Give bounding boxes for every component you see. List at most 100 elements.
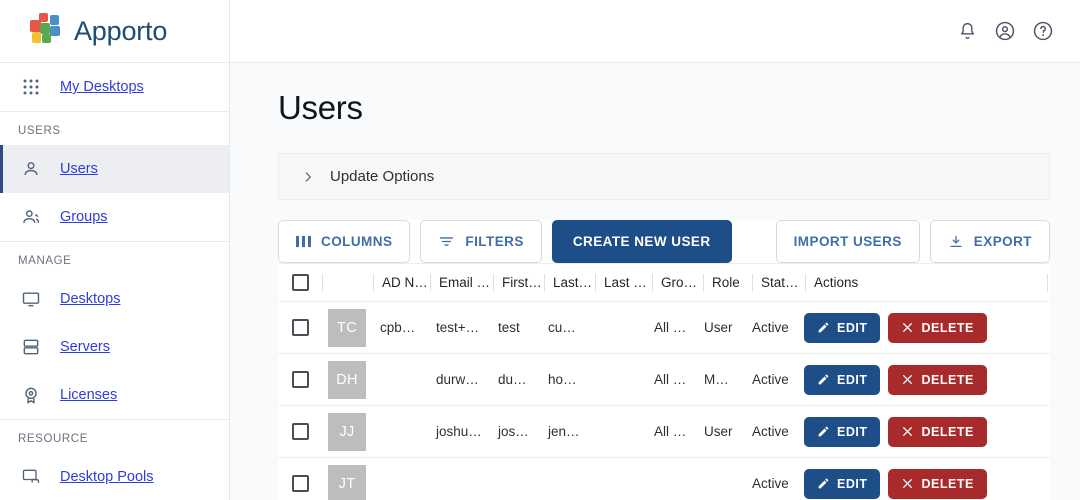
sidebar-item-label: Desktops xyxy=(60,291,121,307)
avatar-cell: TC xyxy=(322,308,372,347)
brand-name: Apporto xyxy=(74,15,168,46)
download-icon xyxy=(948,234,964,250)
account-circle-icon[interactable] xyxy=(990,16,1020,46)
row-checkbox[interactable] xyxy=(291,423,309,440)
sidebar-item-desktops[interactable]: Desktops xyxy=(0,275,229,323)
filter-icon xyxy=(438,233,455,250)
toolbar-left-group: COLUMNS FILTERS CREATE NEW USER xyxy=(278,220,732,263)
avatar-cell: DH xyxy=(322,360,372,399)
notifications-bell-icon[interactable] xyxy=(952,16,982,46)
edit-button[interactable]: EDIT xyxy=(804,416,881,447)
table-toolbar: COLUMNS FILTERS CREATE NEW USER IMPORT U… xyxy=(278,220,1050,263)
edit-button[interactable]: EDIT xyxy=(804,468,881,499)
cell-email: durw… xyxy=(436,372,479,387)
sidebar-item-my-desktops[interactable]: My Desktops xyxy=(0,63,229,111)
sidebar-group-manage: MANAGE xyxy=(18,255,72,267)
row-checkbox-cell[interactable] xyxy=(278,475,322,492)
avatar-cell: JT xyxy=(322,464,372,500)
cell-email: test+… xyxy=(436,320,480,335)
delete-button[interactable]: DELETE xyxy=(888,364,987,395)
column-header-role[interactable]: Role xyxy=(704,275,752,290)
page-title: Users xyxy=(278,89,363,126)
pencil-icon xyxy=(817,477,830,490)
server-icon xyxy=(14,337,48,357)
avatar-cell: JJ xyxy=(322,412,372,451)
cell-role: User xyxy=(704,320,733,335)
column-header-status[interactable]: Stat… xyxy=(753,275,805,290)
sidebar-group-users: USERS xyxy=(18,125,61,137)
main-area: Users Update Options COLUMNS FILTERS CRE… xyxy=(230,0,1080,500)
cell-email: joshu… xyxy=(436,424,482,439)
column-divider xyxy=(1047,273,1048,292)
avatar: JJ xyxy=(328,412,366,451)
create-new-user-button[interactable]: CREATE NEW USER xyxy=(551,220,732,263)
help-circle-icon[interactable] xyxy=(1028,16,1058,46)
sidebar-item-desktop-pools[interactable]: Desktop Pools xyxy=(0,453,229,500)
delete-button-label: DELETE xyxy=(921,476,974,491)
export-button[interactable]: EXPORT xyxy=(929,220,1050,263)
cell-role: M… xyxy=(704,372,729,387)
cell-last-name: ho… xyxy=(548,372,577,387)
cell-last-name: jen… xyxy=(548,424,580,439)
table-header-row: AD N… Email … First… Last… Last … Gro… R… xyxy=(278,264,1050,302)
delete-button[interactable]: DELETE xyxy=(888,416,987,447)
sidebar-item-licenses[interactable]: Licenses xyxy=(0,371,229,419)
export-label: EXPORT xyxy=(973,234,1032,249)
columns-icon xyxy=(296,234,311,249)
row-checkbox-cell[interactable] xyxy=(278,371,322,388)
cell-last-name: cu… xyxy=(548,320,576,335)
chevron-right-icon xyxy=(301,170,315,184)
table-row[interactable]: DH durw… du… ho… All … M… Active EDIT DE… xyxy=(278,354,1050,406)
row-checkbox-cell[interactable] xyxy=(278,319,322,336)
delete-button[interactable]: DELETE xyxy=(888,312,987,343)
close-x-icon xyxy=(901,477,914,490)
sidebar-item-groups[interactable]: Groups xyxy=(0,193,229,241)
cell-status: Active xyxy=(752,320,789,335)
filters-button-label: FILTERS xyxy=(465,234,524,249)
import-users-label: IMPORT USERS xyxy=(793,234,902,249)
table-row[interactable]: TC cpb… test+… test cu… All … User Activ… xyxy=(278,302,1050,354)
update-options-panel[interactable]: Update Options xyxy=(278,153,1050,200)
column-header-ad-name[interactable]: AD N… xyxy=(374,275,430,290)
column-header-actions[interactable]: Actions xyxy=(806,275,1047,290)
delete-button-label: DELETE xyxy=(921,372,974,387)
row-checkbox[interactable] xyxy=(291,371,309,388)
edit-button-label: EDIT xyxy=(837,424,868,439)
sidebar-item-label: Licenses xyxy=(60,387,118,403)
sidebar-item-label: Desktop Pools xyxy=(60,469,154,485)
app-root: Apporto My Desktops USERS Users Groups M… xyxy=(0,0,1080,500)
column-header-first-name[interactable]: First… xyxy=(494,275,544,290)
row-checkbox[interactable] xyxy=(291,319,309,336)
table-row[interactable]: JT Active EDIT DELETE xyxy=(278,458,1050,500)
select-all-checkbox-cell[interactable] xyxy=(278,274,322,291)
cell-groups: All … xyxy=(654,372,687,387)
edit-button[interactable]: EDIT xyxy=(804,312,881,343)
table-row[interactable]: JJ joshu… jos… jen… All … User Active ED… xyxy=(278,406,1050,458)
edit-button-label: EDIT xyxy=(837,372,868,387)
row-checkbox-cell[interactable] xyxy=(278,423,322,440)
columns-button[interactable]: COLUMNS xyxy=(278,220,411,263)
column-header-last-login[interactable]: Last … xyxy=(596,275,652,290)
delete-button[interactable]: DELETE xyxy=(888,468,987,499)
delete-button-label: DELETE xyxy=(921,320,974,335)
filters-button[interactable]: FILTERS xyxy=(420,220,542,263)
edit-button[interactable]: EDIT xyxy=(804,364,881,395)
select-all-checkbox[interactable] xyxy=(291,274,309,291)
column-header-email[interactable]: Email … xyxy=(431,275,493,290)
cell-first-name: du… xyxy=(498,372,527,387)
cell-status: Active xyxy=(752,476,789,491)
cell-ad-name: cpb… xyxy=(380,320,416,335)
column-header-groups[interactable]: Gro… xyxy=(653,275,703,290)
users-table: AD N… Email … First… Last… Last … Gro… R… xyxy=(278,263,1050,500)
cell-actions: EDIT DELETE xyxy=(796,468,1050,499)
sidebar-item-users[interactable]: Users xyxy=(0,145,229,193)
column-header-last-name[interactable]: Last… xyxy=(545,275,595,290)
monitor-icon xyxy=(14,289,48,309)
desktop-pool-icon xyxy=(14,467,48,487)
sidebar-item-servers[interactable]: Servers xyxy=(0,323,229,371)
cell-actions: EDIT DELETE xyxy=(796,312,1050,343)
brand-logo[interactable]: Apporto xyxy=(0,0,229,63)
row-checkbox[interactable] xyxy=(291,475,309,492)
columns-button-label: COLUMNS xyxy=(321,234,393,249)
import-users-button[interactable]: IMPORT USERS xyxy=(775,220,920,263)
